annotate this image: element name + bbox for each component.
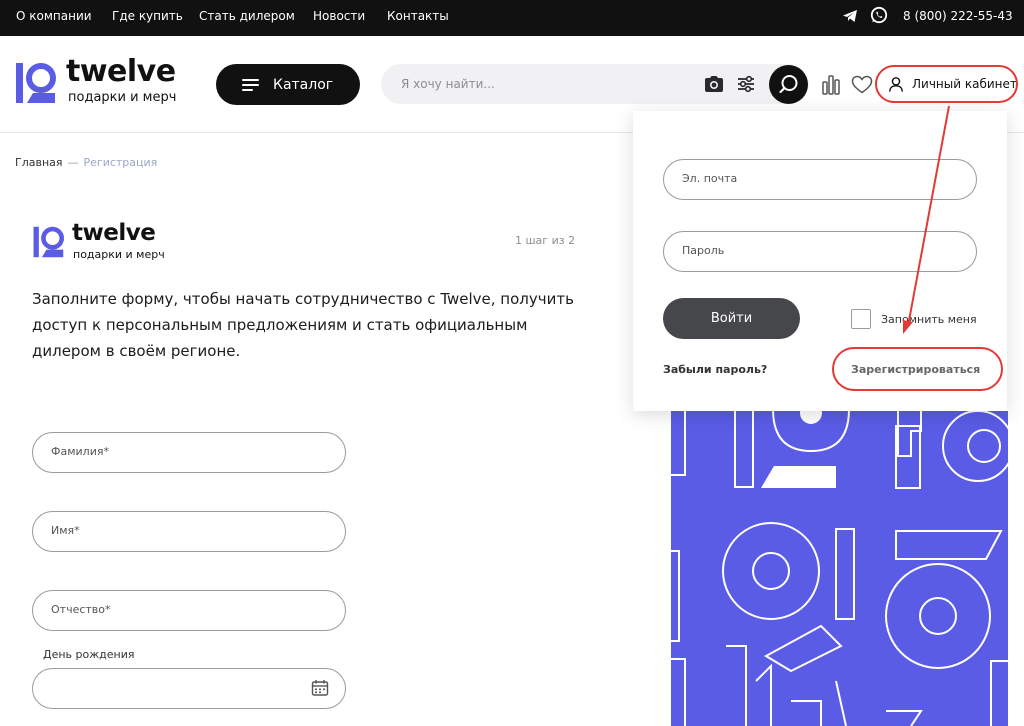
email-field[interactable]: Эл. почта [663,159,977,200]
remember-me[interactable]: Запомнить меня [851,309,977,329]
login-dropdown: Эл. почта Пароль Войти Запомнить меня За… [633,111,1007,411]
remember-label: Запомнить меня [881,312,977,326]
calendar-icon[interactable] [311,679,329,697]
breadcrumb-home[interactable]: Главная [15,156,63,169]
heart-icon[interactable] [851,75,873,94]
nav-link-contacts[interactable]: Контакты [387,9,449,23]
brand-pattern-panel [671,411,1008,726]
catalog-label: Каталог [273,76,334,93]
first-name-field[interactable]: Имя* [32,511,346,552]
middle-name-field[interactable]: Отчество* [32,590,346,631]
nav-link-become-dealer[interactable]: Стать дилером [199,9,295,23]
password-field[interactable]: Пароль [663,231,977,272]
nav-link-about[interactable]: О компании [16,9,92,23]
twelve-logo-icon [33,226,64,258]
top-bar: О компании Где купить Стать дилером Ново… [0,0,1024,36]
email-placeholder: Эл. почта [682,172,738,185]
breadcrumb-separator: — [67,156,79,169]
menu-icon [242,78,259,91]
birthday-field[interactable] [32,668,346,709]
account-link[interactable]: Личный кабинет [878,66,1018,102]
account-label: Личный кабинет [912,77,1017,91]
nav-link-where-to-buy[interactable]: Где купить [112,9,183,23]
search-button[interactable] [769,65,808,104]
nav-link-news[interactable]: Новости [313,9,365,23]
middle-name-placeholder: Отчество* [51,603,111,616]
catalog-button[interactable]: Каталог [216,64,360,105]
camera-icon[interactable] [703,74,725,94]
intro-text: Заполните форму, чтобы начать сотрудниче… [32,290,574,360]
twelve-logo-icon [16,63,56,103]
form-logo-tagline: подарки и мерч [73,248,165,261]
breadcrumb: Главная — Регистрация [15,156,157,169]
user-icon [889,76,903,92]
logo-tagline: подарки и мерч [68,90,177,105]
login-button[interactable]: Войти [663,298,800,339]
forgot-password-link[interactable]: Забыли пароль? [663,363,767,376]
telegram-icon[interactable] [842,8,858,24]
search-input[interactable]: Я хочу найти... [401,77,495,91]
search-bar[interactable]: Я хочу найти... [381,64,809,104]
search-icon [779,75,798,94]
remember-checkbox[interactable] [851,309,871,329]
form-logo-wordmark: twelve [72,220,156,246]
whatsapp-icon[interactable] [870,6,888,24]
filter-icon[interactable] [736,74,756,94]
phone-number[interactable]: 8 (800) 222-55-43 [903,9,1013,23]
step-indicator: 1 шаг из 2 [515,234,576,247]
last-name-placeholder: Фамилия* [51,445,109,458]
breadcrumb-current: Регистрация [83,156,158,169]
compare-icon[interactable] [821,73,841,95]
register-link[interactable]: Зарегистрироваться [851,363,980,376]
birthday-label: День рождения [43,648,135,661]
brand-pattern-image [671,411,1008,726]
logo-wordmark: twelve [66,54,176,89]
password-placeholder: Пароль [682,244,725,257]
last-name-field[interactable]: Фамилия* [32,432,346,473]
first-name-placeholder: Имя* [51,524,80,537]
